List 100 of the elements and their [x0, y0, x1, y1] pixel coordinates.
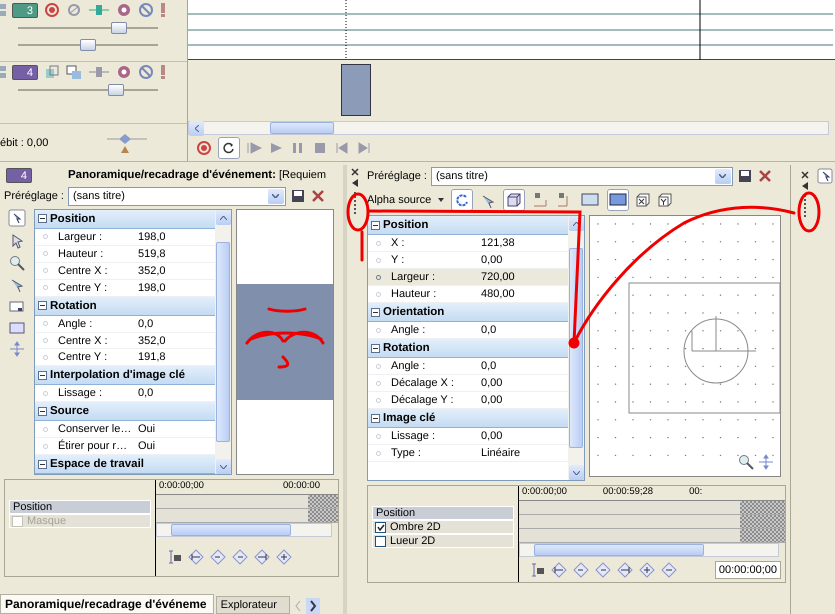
property-value[interactable]: 0,0 [135, 318, 215, 330]
panel-tab[interactable]: Panoramique/recadrage d'événeme [0, 594, 214, 614]
property-group-header[interactable]: Espace de travail [35, 455, 215, 474]
gear-icon[interactable] [116, 64, 132, 80]
slider-thumb[interactable] [108, 84, 124, 96]
rotate-icon[interactable] [455, 193, 470, 207]
property-group-header[interactable]: Interpolation d'image clé [35, 366, 215, 386]
close-icon[interactable] [310, 188, 326, 204]
loop-button[interactable] [218, 137, 240, 159]
scroll-up-icon[interactable] [216, 210, 230, 225]
property-value[interactable]: 480,00 [478, 288, 568, 300]
vertical-scrollbar[interactable] [215, 210, 231, 474]
record-icon[interactable] [196, 140, 212, 156]
keyframe-nav-icon[interactable] [254, 548, 270, 564]
property-row[interactable]: Décalage Y : 0,00 [368, 392, 568, 409]
property-value[interactable]: 352,0 [135, 264, 215, 277]
collapse-icon[interactable] [371, 308, 380, 316]
scrollbar-thumb[interactable] [270, 122, 334, 134]
rotate-button[interactable] [451, 189, 474, 211]
close-icon[interactable] [801, 171, 809, 179]
horizontal-scrollbar[interactable] [188, 121, 829, 135]
panel-tab[interactable]: Explorateur [216, 596, 290, 614]
alpha-source-dropdown[interactable]: Alpha source [367, 194, 432, 206]
property-value[interactable]: 198,0 [135, 230, 215, 243]
collapse-icon[interactable] [38, 370, 47, 380]
keyframe-nav-icon[interactable] [617, 562, 633, 578]
property-value[interactable]: 519,8 [135, 248, 215, 260]
save-icon[interactable] [290, 188, 306, 204]
lock-icon[interactable] [529, 562, 545, 578]
property-row[interactable]: Angle : 0,0 [368, 322, 568, 339]
scrollbar-thumb[interactable] [216, 242, 230, 442]
property-row[interactable]: Centre X : 352,0 [35, 332, 215, 350]
property-value[interactable]: 720,00 [478, 271, 568, 283]
property-group-header[interactable]: Position [35, 210, 215, 229]
plugin-chain-icon[interactable] [88, 64, 110, 80]
select-tool-icon[interactable] [8, 209, 26, 227]
collapse-arrow-icon[interactable] [352, 179, 358, 187]
close-icon[interactable] [756, 168, 773, 184]
scrollbar-thumb[interactable] [171, 524, 291, 536]
close-icon[interactable] [351, 168, 359, 176]
cube-y-icon[interactable] [657, 192, 674, 208]
property-value[interactable]: 352,0 [135, 334, 215, 346]
slider[interactable] [18, 83, 158, 97]
zoom-icon[interactable] [738, 454, 754, 470]
property-value[interactable]: 198,0 [135, 282, 215, 294]
dropdown-arrow-icon[interactable] [437, 197, 446, 203]
lock-icon[interactable] [166, 548, 182, 564]
keyframe-nav-icon[interactable] [188, 548, 204, 564]
collapse-icon[interactable] [38, 214, 47, 224]
property-row[interactable]: Centre Y : 198,0 [35, 280, 215, 297]
select-tool-icon[interactable] [817, 168, 833, 184]
keyframe-track-label[interactable]: Position [9, 500, 151, 514]
property-row[interactable]: Décalage X : 0,00 [368, 375, 568, 392]
cube-button[interactable] [503, 189, 526, 211]
property-row[interactable]: Angle : 0,0 [35, 316, 215, 333]
keyframe-track-row[interactable]: Lueur 2D [372, 534, 514, 548]
property-value[interactable]: 0,0 [478, 324, 568, 336]
property-value[interactable]: 191,8 [135, 351, 215, 364]
lock-x-icon[interactable] [531, 192, 550, 208]
scroll-left-icon[interactable] [189, 120, 204, 136]
property-value[interactable]: 0,00 [478, 254, 568, 266]
property-group-header[interactable]: Position [368, 216, 568, 235]
layers-icon[interactable] [44, 64, 60, 80]
collapse-icon[interactable] [38, 301, 47, 310]
move-icon[interactable] [758, 454, 774, 470]
property-value[interactable]: Linéaire [478, 447, 568, 459]
property-value[interactable]: Oui [135, 423, 215, 436]
play-from-start-icon[interactable] [246, 140, 262, 156]
slider-thumb[interactable] [80, 39, 96, 51]
keyframe-track-label[interactable]: Position [372, 506, 514, 520]
keyframe-track-row[interactable]: Ombre 2D [372, 520, 514, 534]
track-number[interactable]: 4 [12, 64, 38, 80]
property-row[interactable]: Étirer pour r… Oui [35, 438, 215, 456]
property-value[interactable]: 0,0 [135, 387, 215, 400]
property-row[interactable]: Type : Linéaire [368, 445, 568, 462]
checkbox[interactable] [375, 522, 386, 532]
fit-frame-button[interactable] [607, 189, 630, 211]
property-row[interactable]: Lissage : 0,0 [35, 385, 215, 402]
preset-dropdown[interactable]: (sans titre) [68, 186, 286, 206]
scrollbar-thumb[interactable] [534, 544, 704, 556]
fit-frame-icon[interactable] [609, 193, 628, 207]
crop-icon[interactable] [581, 193, 600, 207]
move-icon[interactable] [9, 341, 25, 357]
save-icon[interactable] [736, 168, 753, 184]
horizontal-scrollbar[interactable] [156, 523, 332, 537]
property-row[interactable]: Conserver le… Oui [35, 421, 215, 438]
property-row[interactable]: Angle : 0,0 [368, 358, 568, 375]
collapse-icon[interactable] [38, 460, 47, 469]
cube-icon[interactable] [507, 193, 522, 207]
scroll-down-icon[interactable] [216, 459, 230, 474]
collapse-icon[interactable] [371, 220, 380, 230]
slider[interactable] [18, 21, 158, 35]
horizontal-scrollbar[interactable] [519, 543, 779, 557]
preset-dropdown[interactable]: (sans titre) [430, 166, 733, 186]
property-group-header[interactable]: Source [35, 402, 215, 422]
property-row[interactable]: Y : 0,00 [368, 252, 568, 269]
event-clip-thumbnail[interactable] [341, 64, 371, 116]
property-row[interactable]: Hauteur : 480,00 [368, 286, 568, 303]
property-row[interactable]: Largeur : 720,00 [368, 269, 568, 286]
keyframe-nav-icon[interactable] [661, 562, 677, 578]
